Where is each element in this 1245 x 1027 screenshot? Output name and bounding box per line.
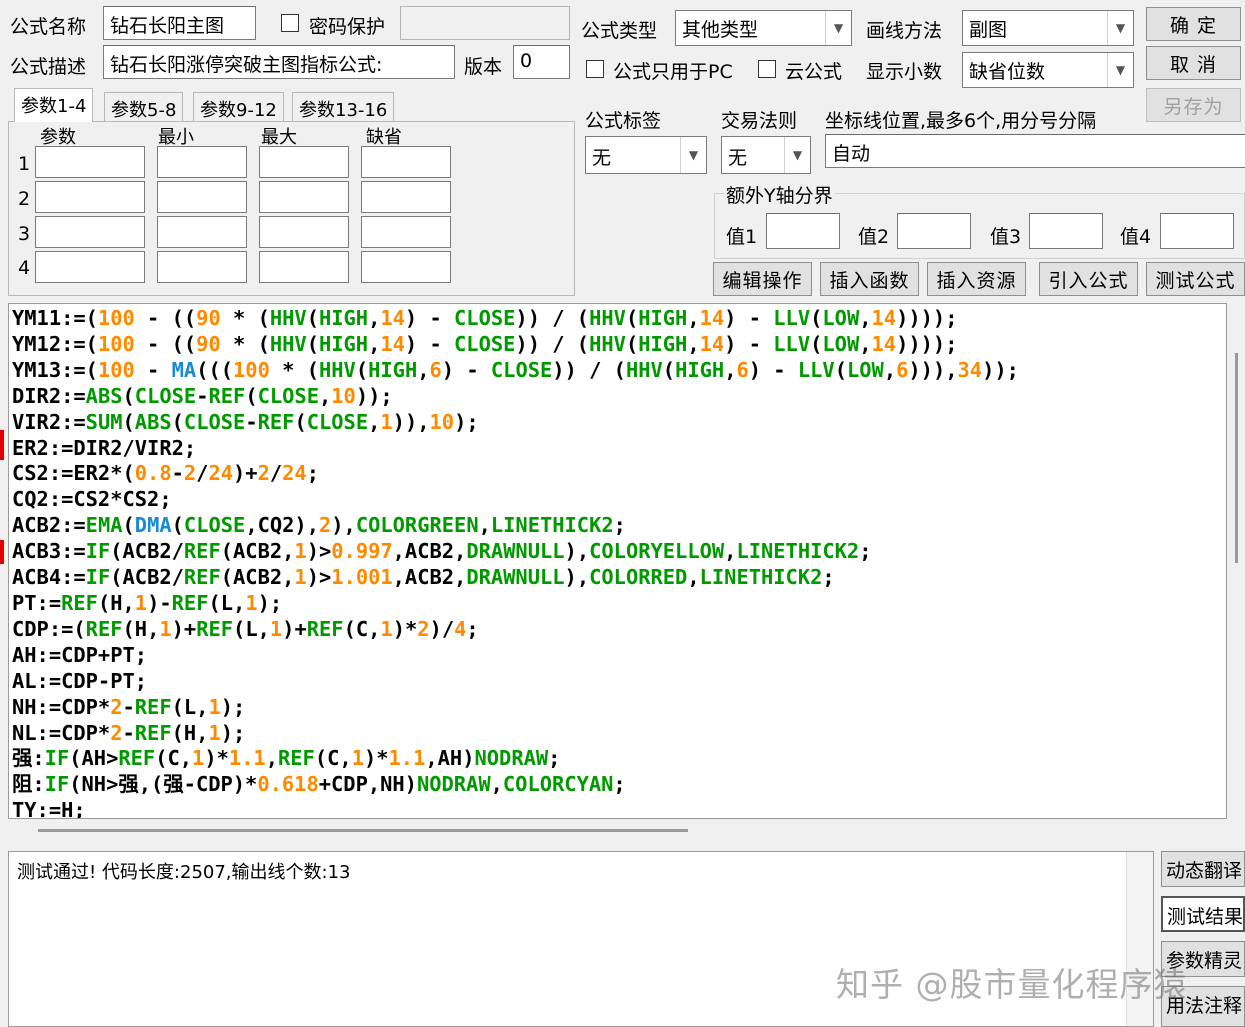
formula-name-input[interactable]: 钻石长阳主图: [103, 6, 256, 40]
draw-method-label: 画线方法: [866, 20, 943, 42]
code-text[interactable]: YM11:=(100 - ((90 * (HHV(HIGH,14) - CLOS…: [12, 306, 1019, 818]
y-value-1-label: 值1: [726, 226, 758, 248]
param-max-input[interactable]: [259, 216, 349, 248]
tab-params-13-16[interactable]: 参数13-16: [292, 92, 395, 122]
decimals-value: 缺省位数: [969, 61, 1046, 83]
decimals-label: 显示小数: [866, 61, 943, 83]
param-name-input[interactable]: [35, 251, 145, 283]
decimals-select[interactable]: 缺省位数 ▼: [962, 52, 1134, 88]
trade-rule-select[interactable]: 无 ▼: [721, 136, 811, 174]
save-as-button[interactable]: 另存为: [1146, 88, 1241, 122]
cloud-label: 云公式: [785, 61, 843, 83]
tab-params-5-8[interactable]: 参数5-8: [104, 92, 184, 122]
y-value-4-label: 值4: [1120, 226, 1152, 248]
pc-only-label: 公式只用于PC: [613, 61, 733, 83]
y-value-3-label: 值3: [990, 226, 1022, 248]
param-default-input[interactable]: [361, 181, 451, 213]
trade-rule-value: 无: [728, 147, 748, 169]
axis-position-label: 坐标线位置,最多6个,用分号分隔: [825, 110, 1097, 132]
axis-position-input[interactable]: 自动: [825, 134, 1245, 168]
draw-method-value: 副图: [969, 19, 1008, 41]
pc-only-checkbox[interactable]: [586, 60, 604, 78]
test-result-button[interactable]: 测试结果: [1161, 896, 1245, 932]
insert-function-button[interactable]: 插入函数: [820, 262, 919, 296]
editor-horizontal-scrollbar[interactable]: [8, 820, 1227, 842]
formula-tag-label: 公式标签: [585, 110, 662, 132]
param-row-number: 2: [18, 188, 31, 210]
tab-params-9-12[interactable]: 参数9-12: [193, 92, 284, 122]
y-value-1-input[interactable]: [766, 213, 840, 249]
chevron-down-icon[interactable]: ▼: [1107, 11, 1133, 45]
password-input[interactable]: [400, 6, 570, 40]
code-editor[interactable]: YM11:=(100 - ((90 * (HHV(HIGH,14) - CLOS…: [8, 303, 1227, 819]
trade-rule-label: 交易法则: [721, 110, 798, 132]
formula-desc-input[interactable]: 钻石长阳涨停突破主图指标公式:: [103, 45, 455, 79]
formula-tag-select[interactable]: 无 ▼: [585, 136, 707, 174]
ok-button[interactable]: 确 定: [1146, 7, 1241, 41]
version-input[interactable]: 0: [513, 45, 570, 79]
formula-name-label: 公式名称: [10, 16, 87, 38]
param-max-input[interactable]: [259, 251, 349, 283]
param-min-input[interactable]: [157, 146, 247, 178]
test-result-message: 测试通过! 代码长度:2507,输出线个数:13: [17, 862, 351, 883]
watermark: 知乎 @股市量化程序猿: [836, 965, 1188, 1004]
formula-desc-label: 公式描述: [10, 56, 87, 78]
y-axis-group-label: 额外Y轴分界: [724, 181, 835, 208]
param-default-input[interactable]: [361, 251, 451, 283]
formula-tag-value: 无: [592, 147, 612, 169]
param-row-number: 4: [18, 257, 31, 279]
edit-operations-button[interactable]: 编辑操作: [713, 262, 812, 296]
y-value-2-input[interactable]: [897, 213, 971, 249]
formula-type-value: 其他类型: [682, 19, 759, 41]
chevron-down-icon[interactable]: ▼: [680, 137, 706, 173]
param-row-number: 3: [18, 223, 31, 245]
import-formula-button[interactable]: 引入公式: [1039, 262, 1138, 296]
param-min-input[interactable]: [157, 216, 247, 248]
editor-vertical-scrollbar[interactable]: [1228, 303, 1245, 819]
draw-method-select[interactable]: 副图 ▼: [962, 10, 1134, 46]
version-label: 版本: [464, 56, 503, 78]
param-max-input[interactable]: [259, 146, 349, 178]
param-row-number: 1: [18, 153, 31, 175]
param-name-input[interactable]: [35, 216, 145, 248]
cancel-button[interactable]: 取 消: [1146, 46, 1241, 80]
chevron-down-icon[interactable]: ▼: [784, 137, 810, 173]
param-name-input[interactable]: [35, 146, 145, 178]
param-default-input[interactable]: [361, 146, 451, 178]
background-edge: [0, 540, 4, 564]
param-default-input[interactable]: [361, 216, 451, 248]
password-checkbox[interactable]: [281, 14, 299, 32]
dynamic-translate-button[interactable]: 动态翻译: [1161, 851, 1245, 887]
scrollbar-thumb[interactable]: [38, 829, 688, 832]
insert-resource-button[interactable]: 插入资源: [927, 262, 1026, 296]
scrollbar-thumb[interactable]: [1235, 353, 1238, 563]
test-formula-button[interactable]: 测试公式: [1146, 262, 1245, 296]
y-value-4-input[interactable]: [1160, 213, 1234, 249]
param-min-input[interactable]: [157, 251, 247, 283]
chevron-down-icon[interactable]: ▼: [1107, 53, 1133, 87]
y-value-2-label: 值2: [858, 226, 890, 248]
param-min-input[interactable]: [157, 181, 247, 213]
tab-params-1-4[interactable]: 参数1-4: [14, 88, 94, 122]
chevron-down-icon[interactable]: ▼: [825, 11, 851, 45]
cloud-checkbox[interactable]: [758, 60, 776, 78]
y-value-3-input[interactable]: [1029, 213, 1103, 249]
password-label: 密码保护: [309, 16, 386, 38]
formula-type-label: 公式类型: [581, 20, 658, 42]
background-edge: [0, 430, 4, 460]
formula-type-select[interactable]: 其他类型 ▼: [675, 10, 852, 46]
param-max-input[interactable]: [259, 181, 349, 213]
param-name-input[interactable]: [35, 181, 145, 213]
